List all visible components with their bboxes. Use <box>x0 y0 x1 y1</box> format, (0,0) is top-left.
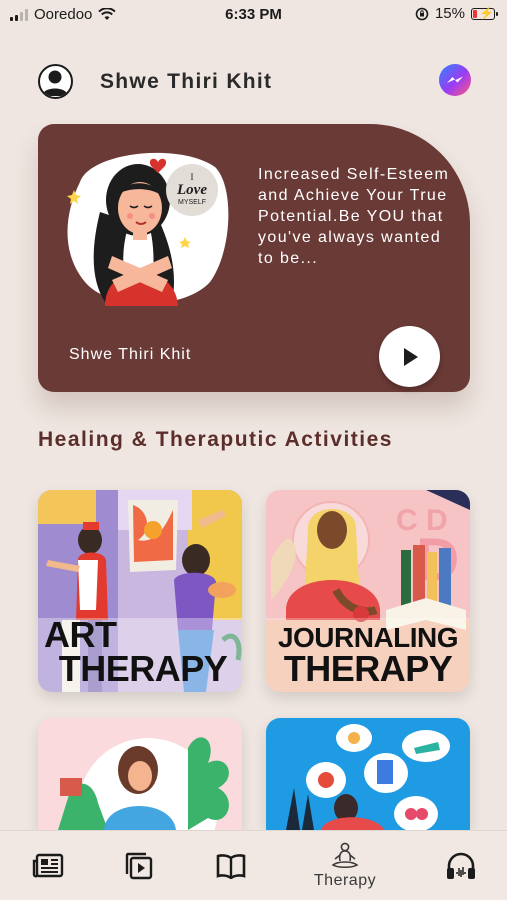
nav-videos[interactable] <box>123 831 155 900</box>
art-therapy-line1: ART <box>44 613 117 655</box>
nav-therapy-label: Therapy <box>313 872 377 889</box>
hero-description: Increased Self-Esteem and Achieve Your T… <box>258 166 450 267</box>
journaling-therapy-card[interactable]: C D D B JOURNALING THERAPY <box>266 490 470 692</box>
nav-therapy[interactable]: Therapy <box>307 831 383 900</box>
badge-line1: I <box>191 172 194 182</box>
love-myself-illustration: I Love MYSELF <box>67 152 229 306</box>
user-circle-icon[interactable] <box>38 64 73 99</box>
badge-line3: MYSELF <box>178 199 206 206</box>
journaling-therapy-line2: THERAPY <box>283 647 453 689</box>
battery-percent: 15% <box>434 5 465 22</box>
orientation-lock-icon <box>415 7 429 20</box>
user-name: Shwe Thiri Khit <box>100 70 273 93</box>
hero-author: Shwe Thiri Khit <box>69 346 192 363</box>
nav-audio[interactable] <box>443 831 479 900</box>
status-bar: Ooredoo 6:33 PM 15% ⚡ <box>0 0 507 30</box>
badge-line2: Love <box>176 182 207 198</box>
nav-news[interactable] <box>30 831 66 900</box>
meditation-icon <box>331 842 359 869</box>
activity-3-illustration <box>38 718 242 830</box>
art-therapy-line2: THERAPY <box>58 647 228 689</box>
art-therapy-card[interactable]: ART THERAPY <box>38 490 242 692</box>
activity-4-illustration <box>266 718 470 830</box>
journaling-therapy-title: JOURNALING THERAPY <box>266 624 470 689</box>
nav-books[interactable] <box>215 831 247 900</box>
status-right: 15% ⚡ <box>415 5 498 22</box>
section-title: Healing & Theraputic Activities <box>38 428 393 451</box>
bottom-nav: Therapy <box>0 830 507 900</box>
book-icon <box>216 854 246 879</box>
play-button[interactable] <box>379 326 440 387</box>
activity-card-4[interactable] <box>266 718 470 830</box>
headphones-icon <box>447 852 475 879</box>
play-icon <box>403 347 418 366</box>
header: Shwe Thiri Khit <box>38 60 471 102</box>
featured-card[interactable]: I Love MYSELF Increased Self-Esteem and … <box>38 124 470 392</box>
messenger-icon[interactable] <box>439 64 471 96</box>
news-icon <box>32 853 64 878</box>
video-icon <box>125 852 153 880</box>
battery-icon: ⚡ <box>471 6 498 20</box>
activity-card-3[interactable] <box>38 718 242 830</box>
art-therapy-title: ART THERAPY <box>38 613 242 689</box>
